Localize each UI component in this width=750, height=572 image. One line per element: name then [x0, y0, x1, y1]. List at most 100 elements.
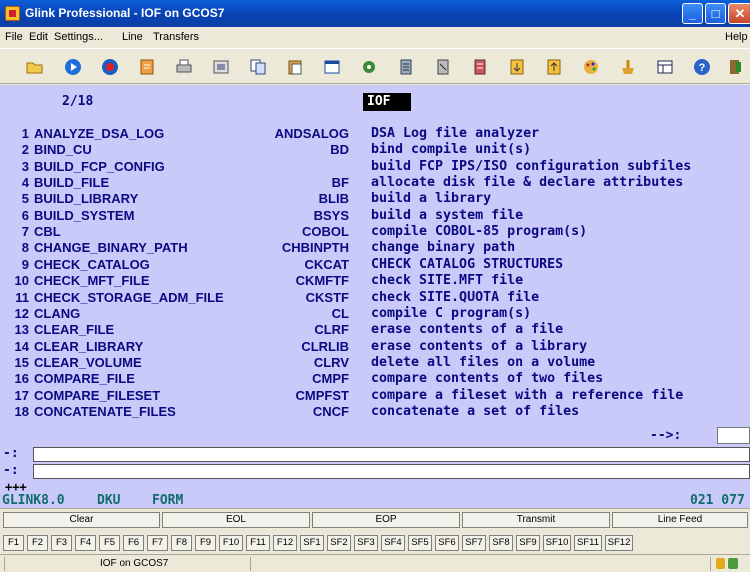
command-row[interactable]: 16 COMPARE_FILE CMPF compare contents of tw… [0, 371, 750, 387]
command-row[interactable]: 3 BUILD_FCP_CONFIG build FCP IPS/ISO confi… [0, 159, 750, 175]
layout-icon[interactable] [655, 57, 675, 77]
fkey-f10[interactable]: F10 [219, 535, 243, 551]
fkey-f12[interactable]: F12 [273, 535, 297, 551]
command-number: 6 [21, 207, 29, 223]
fkey-f5[interactable]: F5 [99, 535, 120, 551]
fkey-f2[interactable]: F2 [27, 535, 48, 551]
menu-transfers[interactable]: Transfers [153, 31, 199, 43]
command-row[interactable]: 15 CLEAR_VOLUME CLRV delete all files on a … [0, 355, 750, 371]
command-row[interactable]: 4 BUILD_FILE BF allocate disk file & declar… [0, 175, 750, 191]
fkey-sf9[interactable]: SF9 [516, 535, 540, 551]
command-row[interactable]: 11 CHECK_STORAGE_ADM_FILE CKSTF check SITE.… [0, 290, 750, 306]
fkey-f9[interactable]: F9 [195, 535, 216, 551]
command-description: check SITE.QUOTA file [371, 289, 540, 305]
transfer-icon[interactable] [396, 57, 416, 77]
fkey-sf12[interactable]: SF12 [605, 535, 633, 551]
fkey-f4[interactable]: F4 [75, 535, 96, 551]
command-row[interactable]: 8 CHANGE_BINARY_PATH CHBINPTH change binary… [0, 240, 750, 256]
command-description: check SITE.MFT file [371, 273, 524, 289]
palette-icon[interactable] [581, 57, 601, 77]
command-row[interactable]: 7 CBL COBOL compile COBOL-85 program(s) [0, 224, 750, 240]
maximize-button[interactable]: □ [705, 3, 726, 24]
fkey-sf1[interactable]: SF1 [300, 535, 324, 551]
fkey-sf11[interactable]: SF11 [574, 535, 602, 551]
command-row[interactable]: 1 ANALYZE_DSA_LOG ANDSALOG DSA Log file ana… [0, 126, 750, 142]
clear-button[interactable]: Clear [3, 512, 160, 528]
command-abbreviation: BD [330, 142, 349, 158]
command-number: 3 [21, 158, 29, 174]
command-number: 5 [21, 191, 29, 207]
command-row[interactable]: 12 CLANG CL compile C program(s) [0, 306, 750, 322]
command-row[interactable]: 6 BUILD_SYSTEM BSYS build a system file [0, 208, 750, 224]
download-icon[interactable] [137, 57, 157, 77]
fkey-sf3[interactable]: SF3 [354, 535, 378, 551]
receive-icon[interactable] [544, 57, 564, 77]
play-icon[interactable] [63, 57, 83, 77]
settings-icon[interactable] [359, 57, 379, 77]
fkey-f11[interactable]: F11 [246, 535, 270, 551]
fkey-sf5[interactable]: SF5 [408, 535, 432, 551]
eop-button[interactable]: EOP [312, 512, 460, 528]
command-row[interactable]: 10 CHECK_MFT_FILE CKMFTF check SITE.MFT fil… [0, 273, 750, 289]
input-field-2[interactable] [33, 464, 750, 479]
input-field-1[interactable] [33, 447, 750, 462]
command-row[interactable]: 5 BUILD_LIBRARY BLIB build a library [0, 191, 750, 207]
copy-icon[interactable] [248, 57, 268, 77]
menu-edit[interactable]: Edit [29, 31, 48, 43]
fkey-sf8[interactable]: SF8 [489, 535, 513, 551]
command-row[interactable]: 18 CONCATENATE_FILES CNCF concatenate a set… [0, 404, 750, 420]
close-button[interactable]: ✕ [728, 3, 750, 24]
fkey-sf2[interactable]: SF2 [327, 535, 351, 551]
command-number: 14 [14, 338, 29, 354]
fkey-f1[interactable]: F1 [3, 535, 24, 551]
fkey-sf4[interactable]: SF4 [381, 535, 405, 551]
fkey-f3[interactable]: F3 [51, 535, 72, 551]
fkey-f6[interactable]: F6 [123, 535, 144, 551]
transmit-button[interactable]: Transmit [462, 512, 610, 528]
continuation-marker: +++ [5, 480, 27, 494]
command-abbreviation: BSYS [313, 207, 349, 223]
command-abbreviation: CLRF [314, 322, 349, 338]
window-title: Glink Professional - IOF on GCOS7 [25, 6, 225, 20]
status-bar-text: IOF on GCOS7 [100, 558, 169, 569]
exit-icon[interactable] [726, 57, 746, 77]
command-row[interactable]: 9 CHECK_CATALOG CKCAT CHECK CATALOG STRUCTU… [0, 257, 750, 273]
gear-icon[interactable] [470, 57, 490, 77]
app-icon[interactable] [5, 6, 20, 21]
command-name: CLEAR_FILE [34, 322, 115, 338]
fkey-sf10[interactable]: SF10 [543, 535, 571, 551]
fkey-sf7[interactable]: SF7 [462, 535, 486, 551]
print-icon[interactable] [174, 57, 194, 77]
command-abbreviation: CKSTF [305, 289, 349, 305]
eol-button[interactable]: EOL [162, 512, 310, 528]
fkey-sf6[interactable]: SF6 [435, 535, 459, 551]
prompt-input[interactable] [717, 427, 750, 444]
command-row[interactable]: 2 BIND_CU BD bind compile unit(s) [0, 142, 750, 158]
fkey-f8[interactable]: F8 [171, 535, 192, 551]
command-description: build a library [371, 191, 492, 207]
open-folder-icon[interactable] [25, 57, 45, 77]
menu-settings[interactable]: Settings... [54, 31, 103, 43]
command-row[interactable]: 13 CLEAR_FILE CLRF erase contents of a file [0, 322, 750, 338]
command-description: compare contents of two files [371, 371, 604, 387]
minimize-button[interactable]: _ [682, 3, 703, 24]
menu-line[interactable]: Line [122, 31, 143, 43]
command-row[interactable]: 17 COMPARE_FILESET CMPFST compare a fileset… [0, 388, 750, 404]
paste-icon[interactable] [285, 57, 305, 77]
window-icon[interactable] [322, 57, 342, 77]
menu-file[interactable]: File [5, 31, 23, 43]
screen-icon[interactable] [211, 57, 231, 77]
send-icon[interactable] [507, 57, 527, 77]
command-description: build a system file [371, 207, 524, 223]
fkey-f7[interactable]: F7 [147, 535, 168, 551]
input-line-2: -: [0, 463, 750, 480]
command-row[interactable]: 14 CLEAR_LIBRARY CLRLIB erase contents of a… [0, 339, 750, 355]
cursor-icon[interactable] [433, 57, 453, 77]
command-description: erase contents of a file [371, 322, 564, 338]
menu-help[interactable]: Help [725, 31, 748, 43]
keyboard-icon[interactable] [618, 57, 638, 77]
help-icon[interactable]: ? [692, 57, 712, 77]
command-name: BUILD_FILE [34, 175, 110, 191]
line-feed-button[interactable]: Line Feed [612, 512, 748, 528]
record-icon[interactable] [100, 57, 120, 77]
